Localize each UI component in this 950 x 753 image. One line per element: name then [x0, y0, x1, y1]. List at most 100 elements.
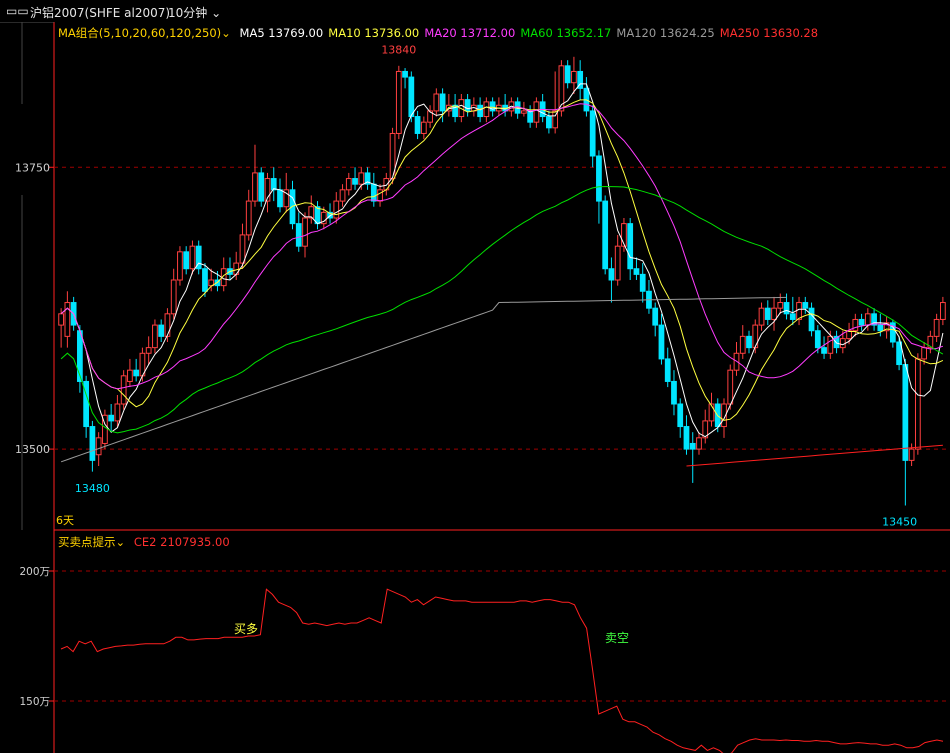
candle	[589, 105, 596, 168]
candle-body	[652, 307, 659, 326]
candle	[420, 116, 427, 140]
indicator-title: 买卖点提示	[58, 535, 116, 549]
candle-body	[239, 234, 246, 264]
candle	[414, 110, 421, 140]
candle-body	[777, 302, 784, 309]
chevron-down-icon: ⌄	[221, 26, 235, 40]
candle	[614, 234, 621, 286]
candle	[677, 398, 684, 438]
chevron-down-icon: ⌄	[115, 535, 129, 549]
candle	[564, 60, 571, 89]
candle-body	[639, 273, 646, 292]
ma-combo-selector[interactable]: MA组合(5,10,20,60,120,250)⌄	[58, 26, 234, 40]
candle-body	[370, 183, 377, 202]
candle	[264, 172, 271, 213]
ma20-value: MA20 13712.00	[424, 26, 516, 40]
candle-body	[420, 121, 427, 134]
candle-body	[902, 364, 909, 461]
low-right-label: 13450	[882, 516, 917, 529]
candle	[270, 167, 277, 202]
candle-body	[377, 189, 383, 202]
candle	[727, 364, 734, 410]
candle	[183, 246, 190, 275]
candle-body	[921, 347, 927, 360]
candle-body	[627, 223, 634, 270]
candle-body	[814, 330, 821, 349]
candle	[314, 201, 321, 230]
low-left-label: 13480	[75, 482, 110, 495]
candle-body	[345, 178, 352, 191]
candle	[821, 336, 827, 359]
candle	[546, 110, 552, 134]
candle-body	[614, 245, 621, 281]
candle-body	[183, 251, 190, 270]
indicator-selector[interactable]: 买卖点提示⌄	[58, 535, 129, 549]
candles	[58, 56, 946, 506]
candle-body	[252, 172, 258, 202]
candle-body	[127, 369, 133, 382]
candle	[352, 167, 358, 190]
price-chart[interactable]: 13750 13500 13840 13480 13450 6天 200万 150万 买多卖空	[0, 0, 950, 753]
candle	[377, 184, 383, 207]
candle-body	[877, 324, 884, 332]
candle-body	[95, 437, 102, 456]
candle-body	[258, 172, 265, 202]
candle-body	[658, 324, 665, 360]
candle	[577, 60, 584, 100]
candle	[383, 172, 390, 196]
ce2-tick-label: 150万	[19, 696, 50, 708]
candle	[671, 370, 677, 416]
candle-body	[270, 178, 277, 191]
candle	[927, 330, 934, 354]
candle	[83, 375, 90, 438]
candle	[833, 330, 840, 354]
candle-body	[295, 223, 302, 247]
candle-body	[89, 426, 96, 461]
candle	[358, 167, 365, 190]
candle	[889, 319, 896, 348]
candle-body	[783, 302, 790, 315]
period-selector[interactable]: 10分钟 ⌄	[168, 4, 221, 21]
window-icon[interactable]: ▭▭	[6, 4, 29, 18]
candle-body	[202, 268, 208, 292]
candle	[58, 308, 65, 348]
candle	[102, 409, 108, 450]
period-label: 10分钟	[168, 6, 208, 20]
candle-body	[864, 313, 871, 326]
candle-body	[189, 245, 196, 270]
candle-body	[521, 110, 527, 114]
candle-body	[933, 318, 940, 337]
candle-body	[908, 448, 915, 461]
candle	[395, 65, 402, 140]
candle	[177, 246, 183, 286]
chevron-down-icon: ⌄	[207, 6, 222, 20]
candle	[464, 94, 471, 117]
candle-body	[133, 369, 140, 377]
candle-body	[664, 358, 671, 382]
candle-body	[802, 302, 809, 309]
sell-signal-label: 卖空	[605, 631, 629, 645]
indicator-legend: 买卖点提示⌄ CE2 2107935.00	[58, 531, 230, 550]
candle	[683, 415, 690, 455]
symbol-title[interactable]: 沪铝2007(SHFE al2007)	[30, 4, 170, 21]
ce2-value: CE2 2107935.00	[133, 535, 230, 549]
candle	[646, 280, 652, 314]
candle-body	[77, 330, 83, 382]
candle	[583, 77, 590, 117]
candle	[858, 313, 865, 331]
candle	[571, 56, 577, 94]
candle-body	[796, 302, 802, 320]
candle	[127, 358, 133, 388]
candle-body	[164, 313, 171, 337]
candle-body	[333, 200, 340, 219]
candle-body	[533, 101, 540, 123]
candle	[789, 296, 796, 326]
candle-body	[852, 318, 859, 332]
ma120-value: MA120 13624.25	[616, 26, 715, 40]
candle-body	[114, 403, 121, 422]
candle-body	[571, 70, 577, 84]
candle	[258, 167, 265, 207]
candle-body	[808, 307, 815, 332]
candle	[427, 105, 433, 128]
candle-body	[596, 155, 602, 202]
